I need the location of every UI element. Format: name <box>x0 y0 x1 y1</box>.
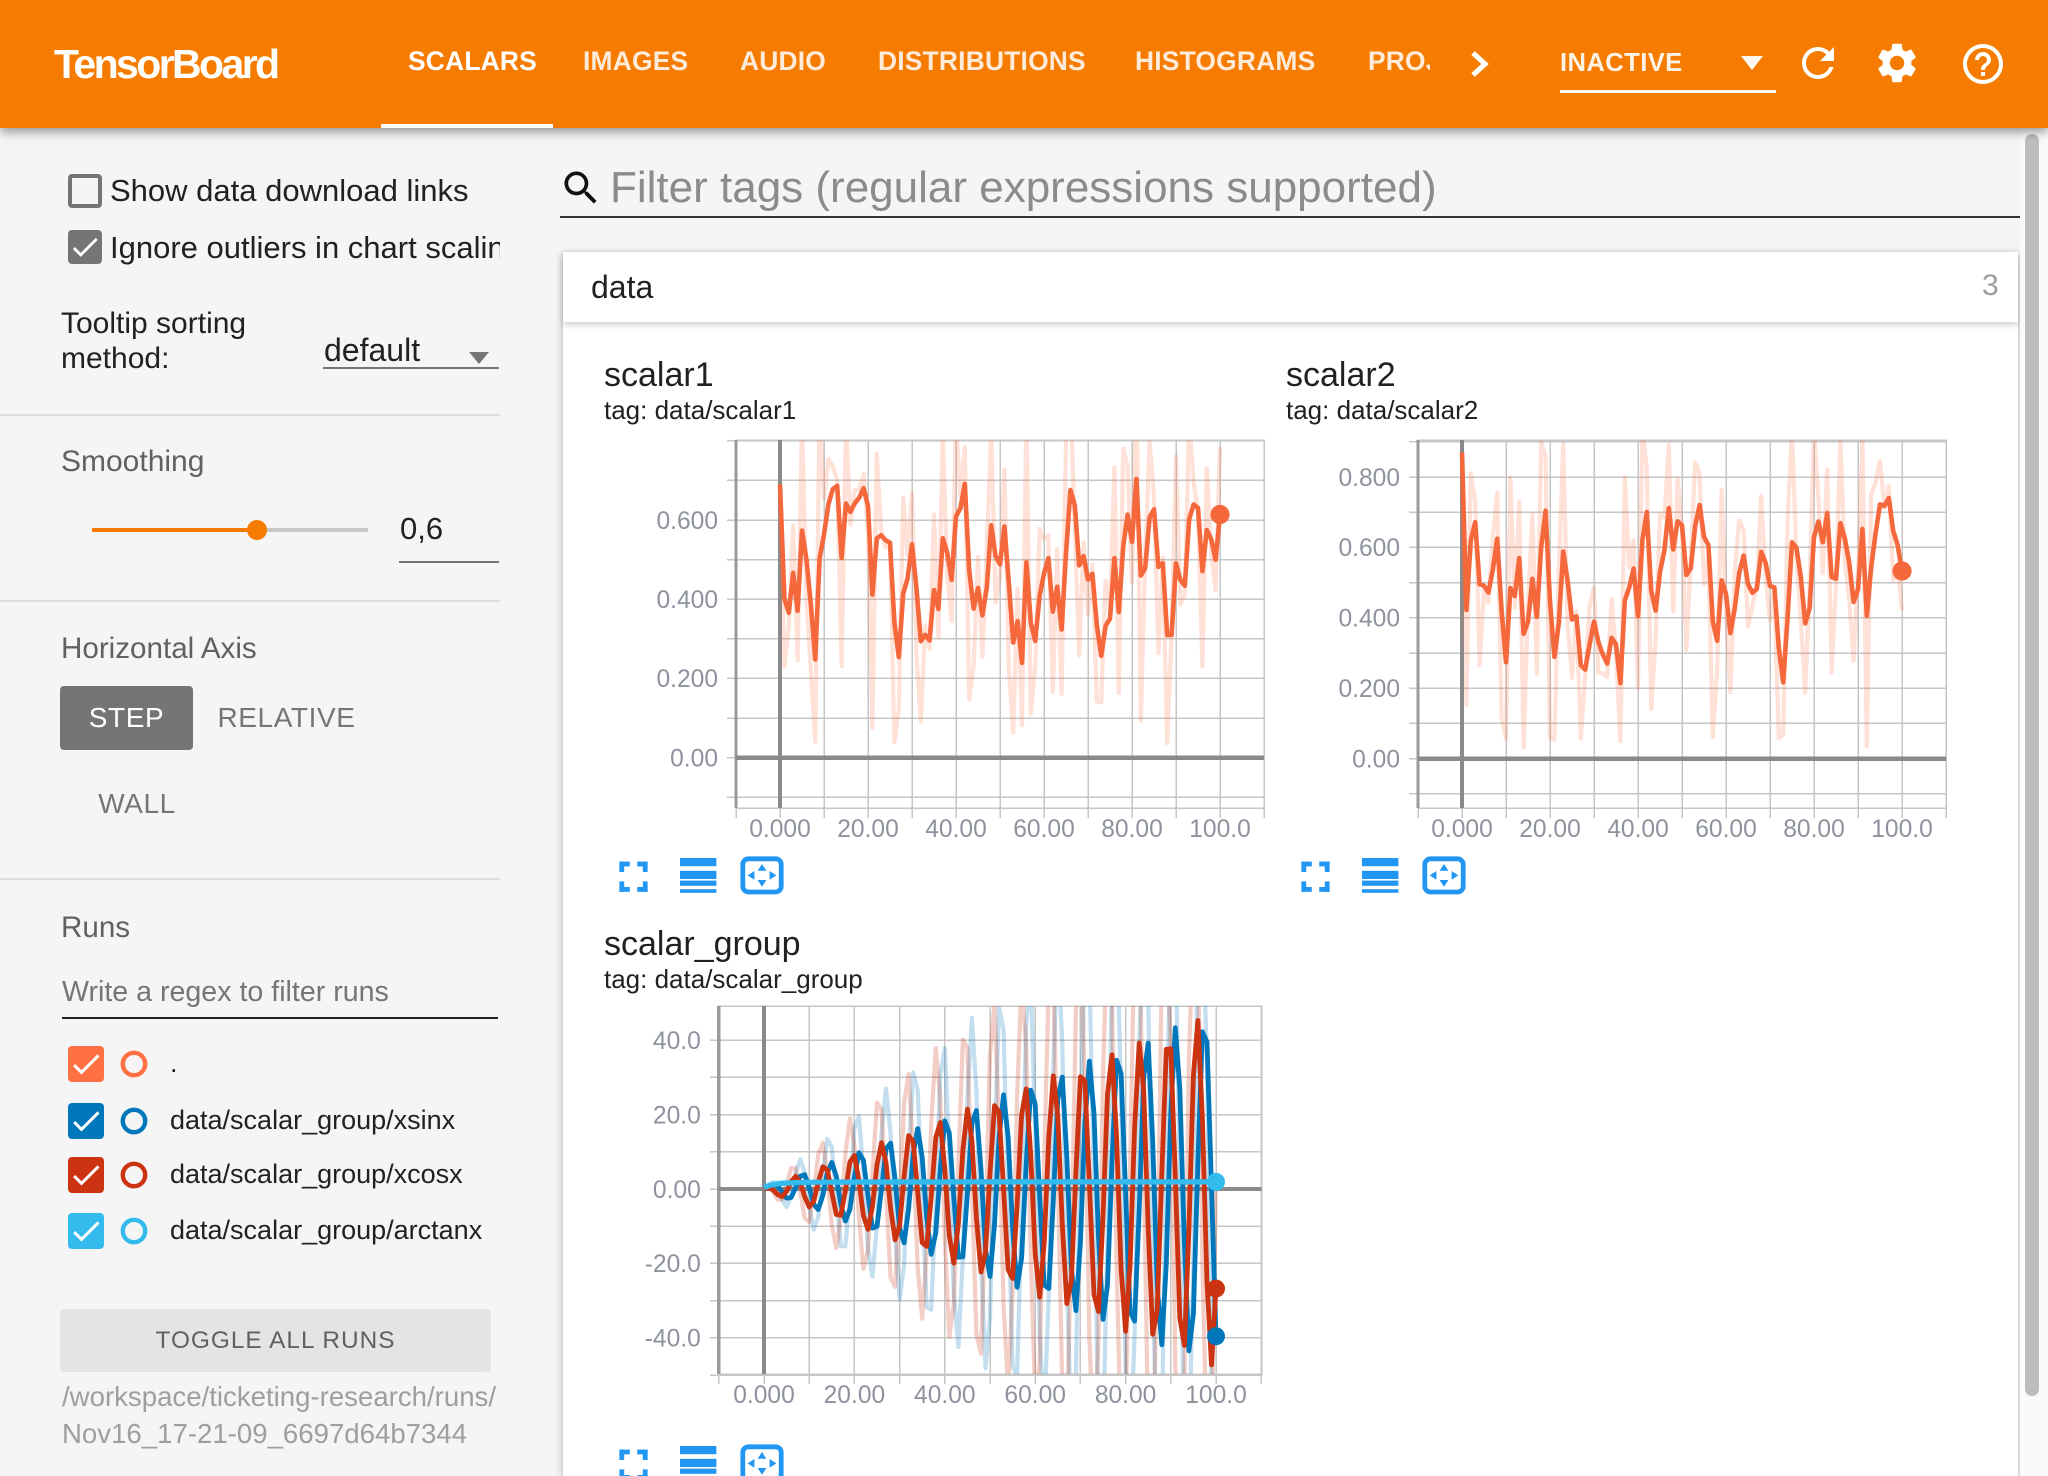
svg-text:20.00: 20.00 <box>1519 816 1581 843</box>
svg-text:0.200: 0.200 <box>1338 676 1400 703</box>
svg-text:0.00: 0.00 <box>1352 746 1400 773</box>
svg-text:40.00: 40.00 <box>925 816 987 843</box>
svg-text:80.00: 80.00 <box>1783 816 1845 843</box>
svg-text:20.00: 20.00 <box>824 1382 886 1409</box>
svg-text:0.600: 0.600 <box>1338 535 1400 562</box>
svg-text:100.0: 100.0 <box>1189 816 1251 843</box>
svg-text:60.00: 60.00 <box>1013 816 1075 843</box>
svg-text:80.00: 80.00 <box>1101 816 1163 843</box>
svg-text:20.00: 20.00 <box>837 816 899 843</box>
svg-text:40.0: 40.0 <box>653 1028 701 1055</box>
svg-text:-40.0: -40.0 <box>645 1326 701 1353</box>
svg-text:0.000: 0.000 <box>1431 816 1493 843</box>
svg-text:0.00: 0.00 <box>653 1177 701 1204</box>
svg-text:0.600: 0.600 <box>656 508 718 535</box>
svg-text:0.400: 0.400 <box>1338 606 1400 633</box>
svg-text:0.000: 0.000 <box>749 816 811 843</box>
svg-text:60.00: 60.00 <box>1695 816 1757 843</box>
svg-text:40.00: 40.00 <box>1607 816 1669 843</box>
svg-text:0.00: 0.00 <box>670 745 718 772</box>
svg-text:40.00: 40.00 <box>914 1382 976 1409</box>
svg-text:-20.0: -20.0 <box>645 1251 701 1278</box>
svg-text:0.400: 0.400 <box>656 587 718 614</box>
svg-text:100.0: 100.0 <box>1871 816 1933 843</box>
svg-text:60.00: 60.00 <box>1004 1382 1066 1409</box>
svg-text:0.000: 0.000 <box>733 1382 795 1409</box>
svg-text:80.00: 80.00 <box>1095 1382 1157 1409</box>
svg-text:0.800: 0.800 <box>1338 465 1400 492</box>
svg-text:20.0: 20.0 <box>653 1102 701 1129</box>
svg-text:100.0: 100.0 <box>1185 1382 1247 1409</box>
svg-text:0.200: 0.200 <box>656 666 718 693</box>
